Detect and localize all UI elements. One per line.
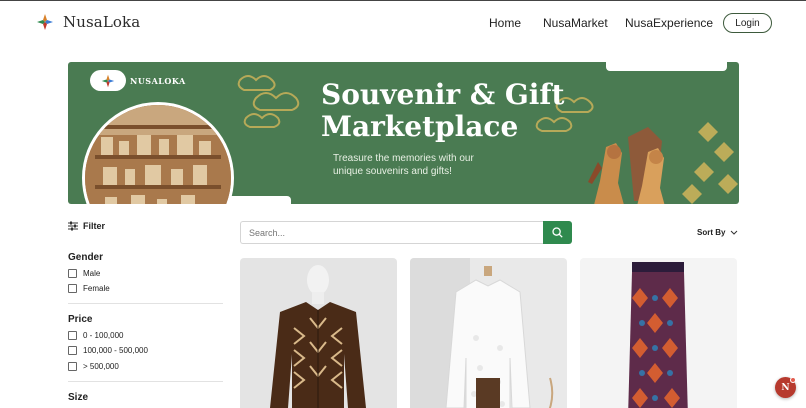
chevron-down-icon — [731, 230, 738, 235]
sort-label: Sort By — [697, 228, 726, 237]
hero-banner: NUSALOKA Souvenir & Gift Marketplace Tre… — [68, 62, 739, 204]
login-button[interactable]: Login — [723, 13, 772, 33]
notification-dot — [790, 377, 796, 383]
banner-brand: NUSALOKA — [130, 76, 186, 86]
option-label: Male — [83, 269, 101, 278]
logo-icon — [37, 14, 53, 30]
filter-group-price: Price — [68, 314, 93, 325]
sort-dropdown[interactable]: Sort By — [697, 228, 738, 237]
banner-bottom-notch — [228, 196, 291, 204]
product-card[interactable] — [240, 258, 397, 408]
nav-nusaexperience-link[interactable]: NusaExperience — [625, 16, 713, 30]
batik-shirt-image — [240, 258, 397, 408]
filter-label: Filter — [83, 221, 106, 231]
filter-group-gender: Gender — [68, 252, 104, 263]
checkbox[interactable] — [68, 284, 77, 293]
search-input[interactable] — [240, 221, 544, 244]
navbar: NusaLoka Home NusaMarket NusaExperience … — [0, 1, 806, 45]
filter-option-price-2[interactable]: 100,000 - 500,000 — [68, 346, 148, 355]
sliders-icon — [68, 221, 78, 231]
filter-option-price-3[interactable]: > 500,000 — [68, 362, 119, 371]
nav-home-link[interactable]: Home — [489, 16, 521, 30]
option-label: > 500,000 — [83, 362, 119, 371]
banner-title-line-2: Marketplace — [321, 110, 519, 143]
product-card[interactable] — [410, 258, 567, 408]
divider — [68, 303, 223, 304]
filter-option-male[interactable]: Male — [68, 269, 100, 278]
option-label: 0 - 100,000 — [83, 331, 124, 340]
checkbox[interactable] — [68, 331, 77, 340]
checkbox[interactable] — [68, 269, 77, 278]
banner-subtitle: Treasure the memories with our unique so… — [333, 153, 474, 177]
nav-nusamarket-link[interactable]: NusaMarket — [543, 16, 608, 30]
banner-title: Souvenir & Gift Marketplace — [321, 79, 564, 143]
songket-skirt-image — [580, 258, 737, 408]
divider — [68, 381, 223, 382]
banner-logo-pill — [90, 70, 126, 91]
option-label: Female — [83, 284, 110, 293]
logo-icon — [101, 74, 115, 87]
brand-logo[interactable]: NusaLoka — [36, 13, 140, 31]
kebaya-image — [410, 258, 567, 408]
brand-name: NusaLoka — [63, 13, 141, 31]
option-label: 100,000 - 500,000 — [83, 346, 148, 355]
filter-option-price-1[interactable]: 0 - 100,000 — [68, 331, 123, 340]
banner-tab-notch — [606, 62, 727, 71]
search-button[interactable] — [543, 221, 572, 244]
checkbox[interactable] — [68, 346, 77, 355]
filter-option-female[interactable]: Female — [68, 284, 110, 293]
search-icon — [552, 227, 563, 238]
filter-header[interactable]: Filter — [68, 221, 105, 231]
product-card[interactable] — [580, 258, 737, 408]
filter-group-size: Size — [68, 392, 89, 403]
checkbox[interactable] — [68, 362, 77, 371]
banner-title-line-1: Souvenir & Gift — [321, 78, 565, 111]
